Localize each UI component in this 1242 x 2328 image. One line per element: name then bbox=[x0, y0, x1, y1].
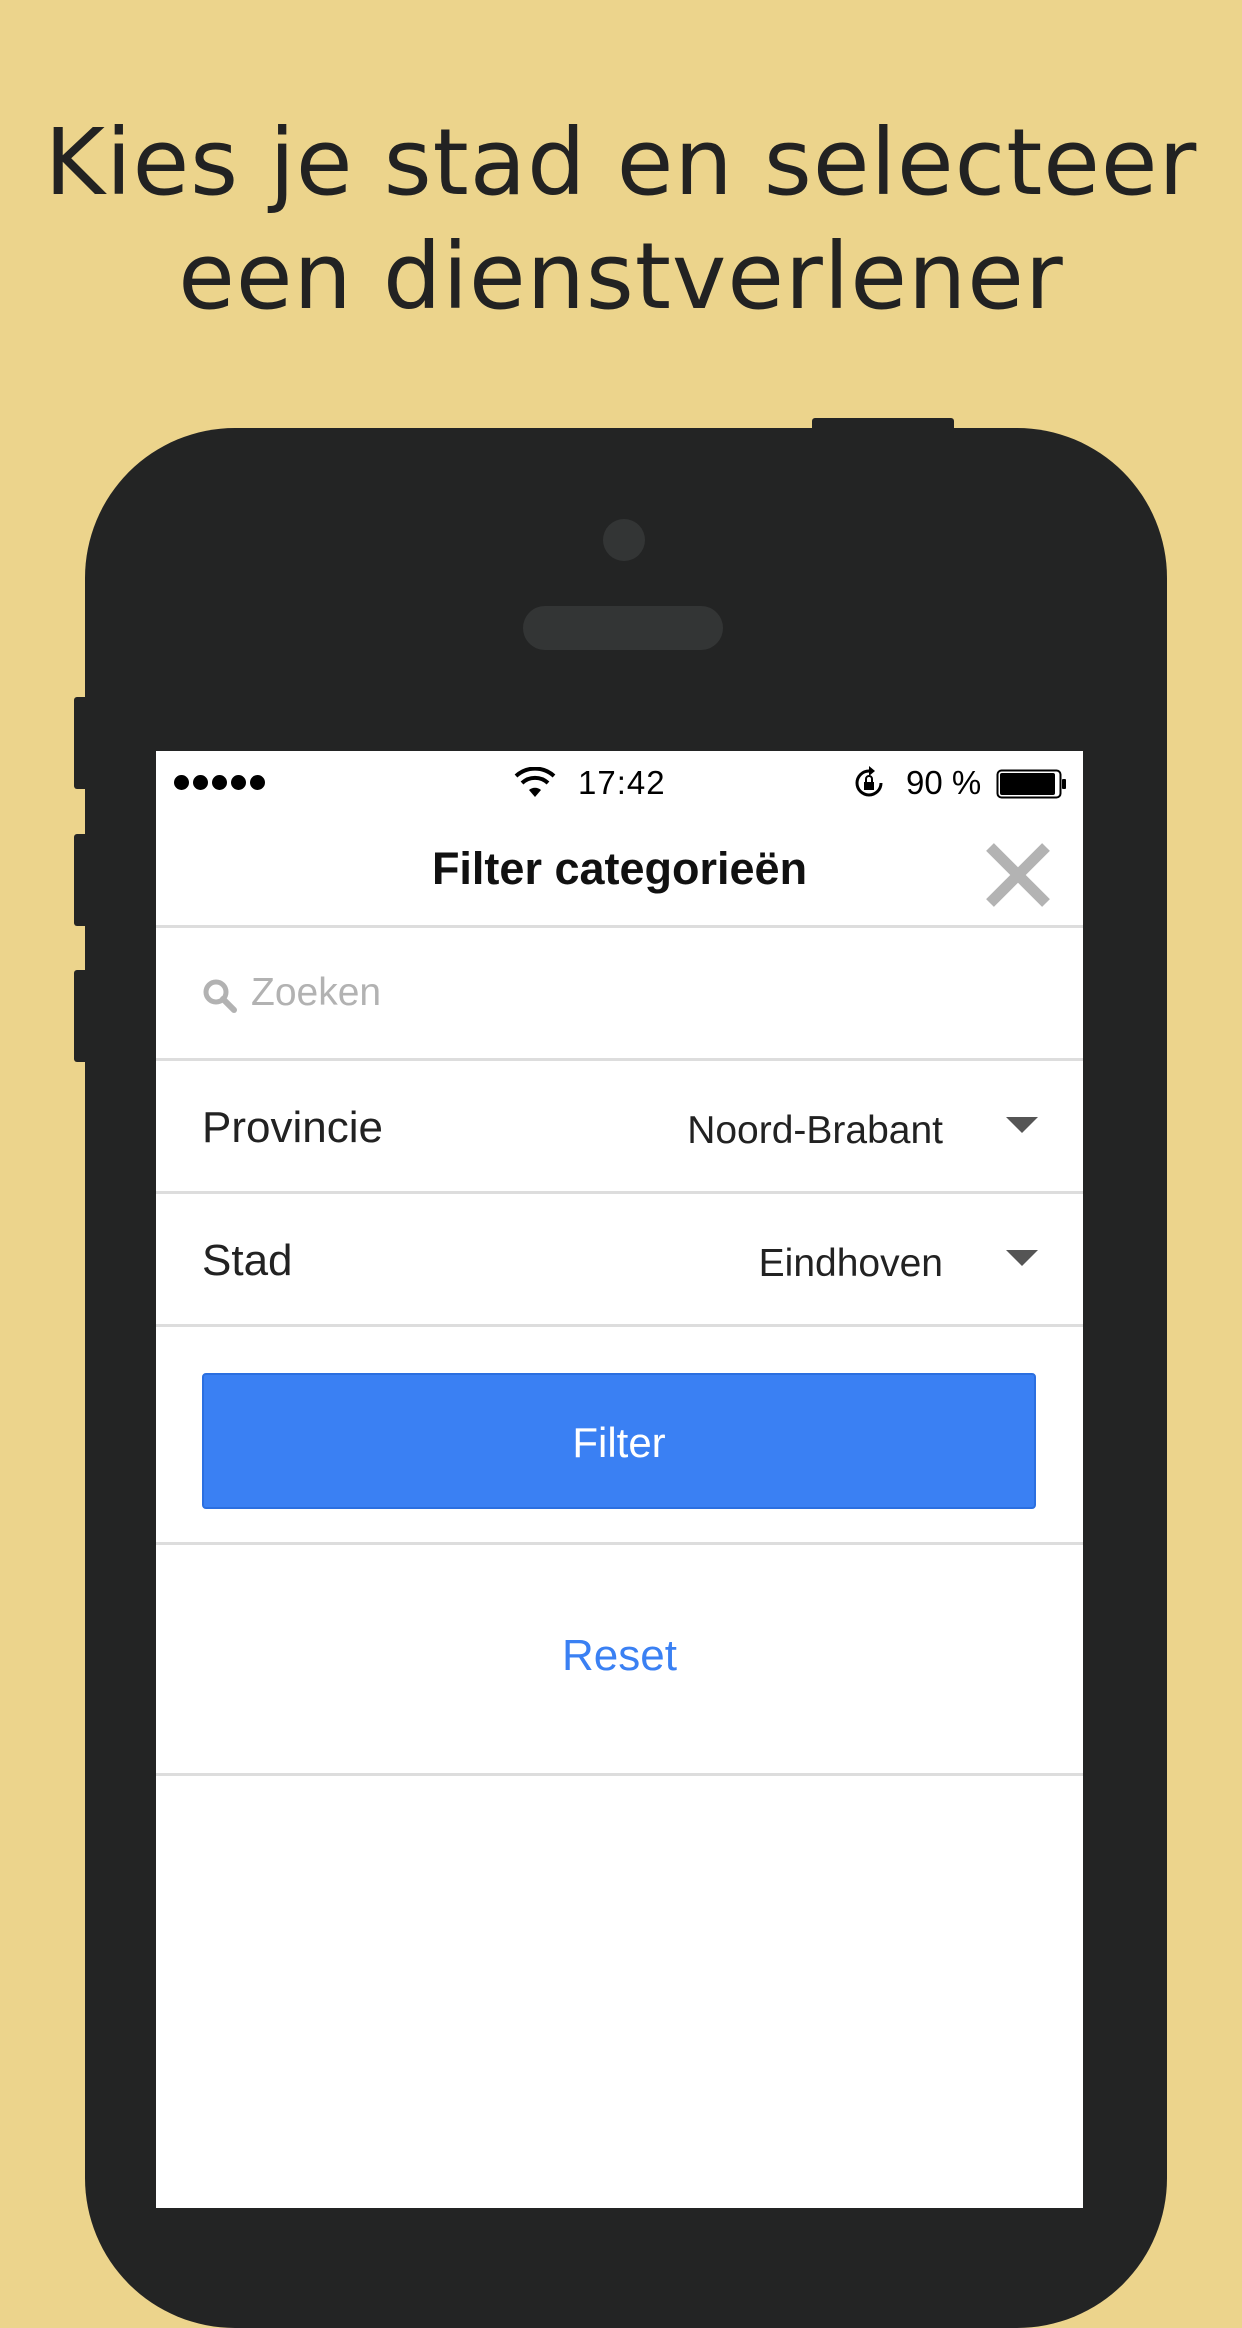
status-time: 17:42 bbox=[578, 764, 666, 801]
phone-camera bbox=[603, 519, 645, 561]
filter-button-area: Filter bbox=[156, 1327, 1083, 1545]
phone-speaker bbox=[523, 606, 723, 650]
battery-percentage: 90 % bbox=[906, 764, 982, 801]
search-row bbox=[156, 928, 1083, 1061]
page-title: Filter categorieën bbox=[431, 843, 808, 894]
headline: Kies je stad en selecteer een dienstverl… bbox=[0, 106, 1242, 334]
city-label: Stad bbox=[202, 1236, 293, 1285]
rotation-lock-icon bbox=[855, 766, 883, 797]
province-select-row[interactable]: Provincie Noord-Brabant bbox=[156, 1061, 1083, 1194]
search-input[interactable] bbox=[251, 963, 1031, 1023]
filter-button[interactable]: Filter bbox=[202, 1373, 1036, 1509]
nav-bar: Filter categorieën bbox=[156, 815, 1083, 928]
battery-icon bbox=[996, 769, 1066, 799]
reset-button[interactable]: Reset bbox=[156, 1631, 1083, 1681]
province-label: Provincie bbox=[202, 1103, 383, 1152]
headline-line-2: een dienstverlener bbox=[178, 223, 1064, 330]
city-value[interactable]: Eindhoven bbox=[759, 1242, 943, 1286]
headline-line-1: Kies je stad en selecteer bbox=[44, 109, 1198, 216]
province-value[interactable]: Noord-Brabant bbox=[687, 1109, 943, 1153]
city-select-row[interactable]: Stad Eindhoven bbox=[156, 1194, 1083, 1327]
chevron-down-icon[interactable] bbox=[1006, 1250, 1038, 1266]
reset-area: Reset bbox=[156, 1545, 1083, 1776]
signal-strength-icon bbox=[174, 775, 265, 790]
close-icon[interactable] bbox=[982, 839, 1054, 911]
chevron-down-icon[interactable] bbox=[1006, 1117, 1038, 1133]
search-icon bbox=[203, 979, 237, 1013]
status-bar: 17:42 90 % bbox=[156, 751, 1083, 815]
wifi-icon bbox=[514, 767, 556, 797]
phone-screen: 17:42 90 % Filter categorieën Provincie … bbox=[156, 751, 1083, 2208]
